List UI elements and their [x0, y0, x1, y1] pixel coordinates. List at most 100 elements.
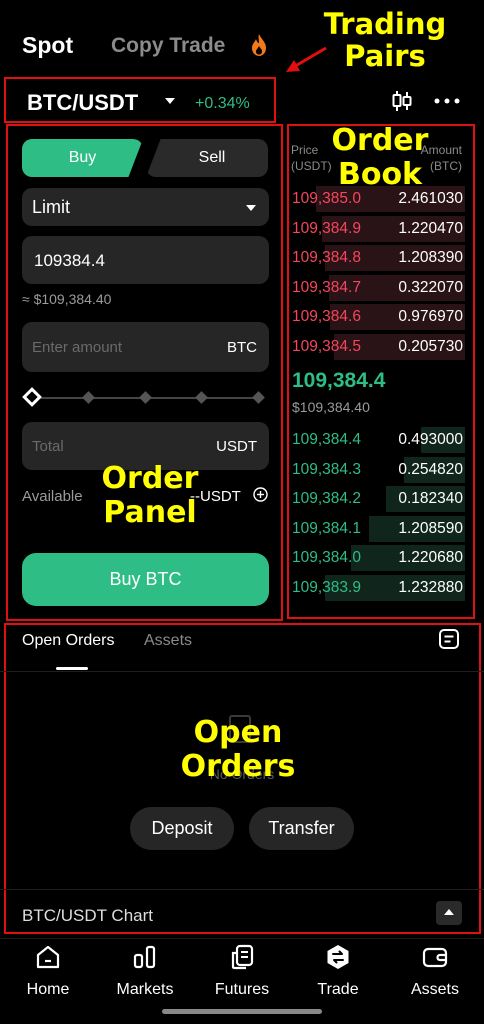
- tab-copy-trade[interactable]: Copy Trade: [111, 34, 225, 58]
- markets-icon: [133, 945, 156, 969]
- bid-price: 109,384.4: [292, 431, 361, 448]
- home-icon: [36, 945, 60, 969]
- ask-amount: 0.976970: [398, 308, 463, 326]
- annotation-order-book: Order Book: [318, 124, 442, 191]
- deposit-label: Deposit: [151, 818, 213, 838]
- ask-amount: 1.208390: [398, 249, 463, 267]
- amount-unit: BTC: [227, 339, 257, 356]
- tab-spot[interactable]: Spot: [22, 32, 73, 59]
- divider: [0, 671, 484, 672]
- price-input[interactable]: 109384.4: [22, 236, 269, 284]
- divider: [0, 889, 484, 890]
- wallet-icon: [422, 947, 448, 968]
- order-type-select[interactable]: Limit: [22, 188, 269, 226]
- chevron-down-icon: [246, 205, 256, 211]
- buy-btc-label: Buy BTC: [109, 569, 182, 589]
- sell-tab-button[interactable]: Sell: [146, 139, 268, 177]
- nav-label: Markets: [116, 981, 174, 998]
- price-value: 109384.4: [34, 251, 105, 270]
- amount-input[interactable]: Enter amount BTC: [22, 322, 269, 372]
- ask-row[interactable]: 109,384.8 1.208390: [290, 245, 465, 272]
- ask-price: 109,384.5: [292, 338, 361, 355]
- buy-tab-label: Buy: [68, 149, 97, 166]
- bid-price: 109,384.3: [292, 460, 361, 478]
- buy-btc-button[interactable]: Buy BTC: [22, 553, 269, 606]
- pair-symbol[interactable]: BTC/USDT: [27, 90, 138, 116]
- bid-amount: 1.232880: [398, 579, 463, 596]
- annotation-line: Orders: [180, 748, 296, 784]
- more-options-icon[interactable]: [434, 97, 460, 105]
- bid-row[interactable]: 109,384.4 0.493000: [290, 427, 465, 453]
- ask-price: 109,384.7: [292, 278, 361, 296]
- bid-price: 109,384.0: [292, 549, 361, 567]
- bid-row[interactable]: 109,384.3 0.254820: [290, 456, 465, 483]
- transfer-button[interactable]: Transfer: [249, 807, 354, 850]
- total-unit: USDT: [216, 438, 257, 455]
- nav-label: Trade: [317, 981, 359, 998]
- bid-amount: 0.254820: [398, 460, 463, 478]
- bid-row[interactable]: 109,384.2 0.182340: [290, 486, 465, 513]
- trade-icon: [327, 945, 349, 969]
- bid-row[interactable]: 109,384.1 1.208590: [290, 515, 465, 542]
- ask-amount: 0.205730: [398, 338, 463, 355]
- price-approx-usd: ≈ $109,384.40: [22, 291, 112, 307]
- flame-icon: [252, 34, 266, 56]
- bid-price: 109,384.1: [292, 519, 361, 537]
- bid-row[interactable]: 109,384.0 1.220680: [290, 545, 465, 572]
- nav-label: Home: [26, 981, 70, 998]
- annotation-open-orders: Open Orders: [168, 716, 308, 783]
- bid-price: 109,383.9: [292, 579, 361, 596]
- transfer-label: Transfer: [268, 818, 335, 838]
- annotation-trading-pairs: Trading Pairs: [310, 8, 460, 73]
- ask-price: 109,384.6: [292, 308, 361, 326]
- annotation-line: Order: [101, 461, 199, 496]
- order-history-icon[interactable]: [438, 628, 460, 650]
- amount-placeholder: Enter amount: [32, 339, 123, 356]
- chevron-down-icon[interactable]: [165, 98, 175, 104]
- annotation-line: Book: [337, 156, 423, 192]
- pair-change: +0.34%: [195, 95, 250, 112]
- nav-label: Futures: [214, 981, 270, 998]
- total-placeholder: Total: [32, 438, 64, 455]
- ask-amount: 1.220470: [398, 219, 463, 237]
- annotation-line: Trading: [323, 7, 447, 41]
- active-tab-indicator: [56, 667, 88, 670]
- ask-price: 109,384.8: [292, 249, 361, 267]
- ask-row[interactable]: 109,384.5 0.205730: [290, 334, 465, 360]
- ask-row[interactable]: 109,384.6 0.976970: [290, 304, 465, 331]
- ask-price: 109,384.9: [292, 219, 361, 237]
- add-funds-icon[interactable]: [253, 487, 268, 502]
- bid-row[interactable]: 109,383.9 1.232880: [290, 575, 465, 601]
- chevron-up-icon: [444, 909, 454, 915]
- ask-row[interactable]: 109,384.7 0.322070: [290, 274, 465, 301]
- ask-price: 109,385.0: [292, 190, 361, 207]
- ask-amount: 0.322070: [398, 278, 463, 296]
- bid-amount: 1.220680: [398, 549, 463, 567]
- order-type-value: Limit: [32, 197, 71, 217]
- candlestick-chart-icon[interactable]: [390, 89, 414, 113]
- available-label: Available: [22, 488, 83, 505]
- tab-open-orders[interactable]: Open Orders: [22, 632, 114, 650]
- ask-amount: 2.461030: [398, 190, 463, 207]
- deposit-button[interactable]: Deposit: [130, 807, 234, 850]
- last-price: 109,384.4: [292, 369, 386, 392]
- bid-amount: 0.182340: [398, 490, 463, 508]
- futures-icon: [231, 944, 254, 970]
- bid-amount: 0.493000: [398, 431, 463, 448]
- pair-chart-label[interactable]: BTC/USDT Chart: [22, 906, 153, 926]
- tab-assets[interactable]: Assets: [144, 632, 192, 650]
- annotation-line: Pairs: [344, 39, 426, 74]
- annotation-line: Panel: [103, 494, 197, 530]
- annotation-line: Order: [331, 123, 429, 158]
- nav-label: Assets: [410, 981, 459, 998]
- sell-tab-label: Sell: [198, 149, 226, 166]
- system-home-indicator[interactable]: [162, 1009, 322, 1014]
- bid-price: 109,384.2: [292, 490, 361, 508]
- annotation-order-panel: Order Panel: [90, 462, 210, 529]
- annotation-line: Open: [193, 715, 283, 750]
- annotation-arrow: [286, 46, 327, 72]
- chart-expand-button[interactable]: [436, 901, 462, 925]
- bid-amount: 1.208590: [398, 519, 463, 537]
- buy-tab-button[interactable]: Buy: [22, 139, 143, 177]
- ask-row[interactable]: 109,384.9 1.220470: [290, 215, 465, 242]
